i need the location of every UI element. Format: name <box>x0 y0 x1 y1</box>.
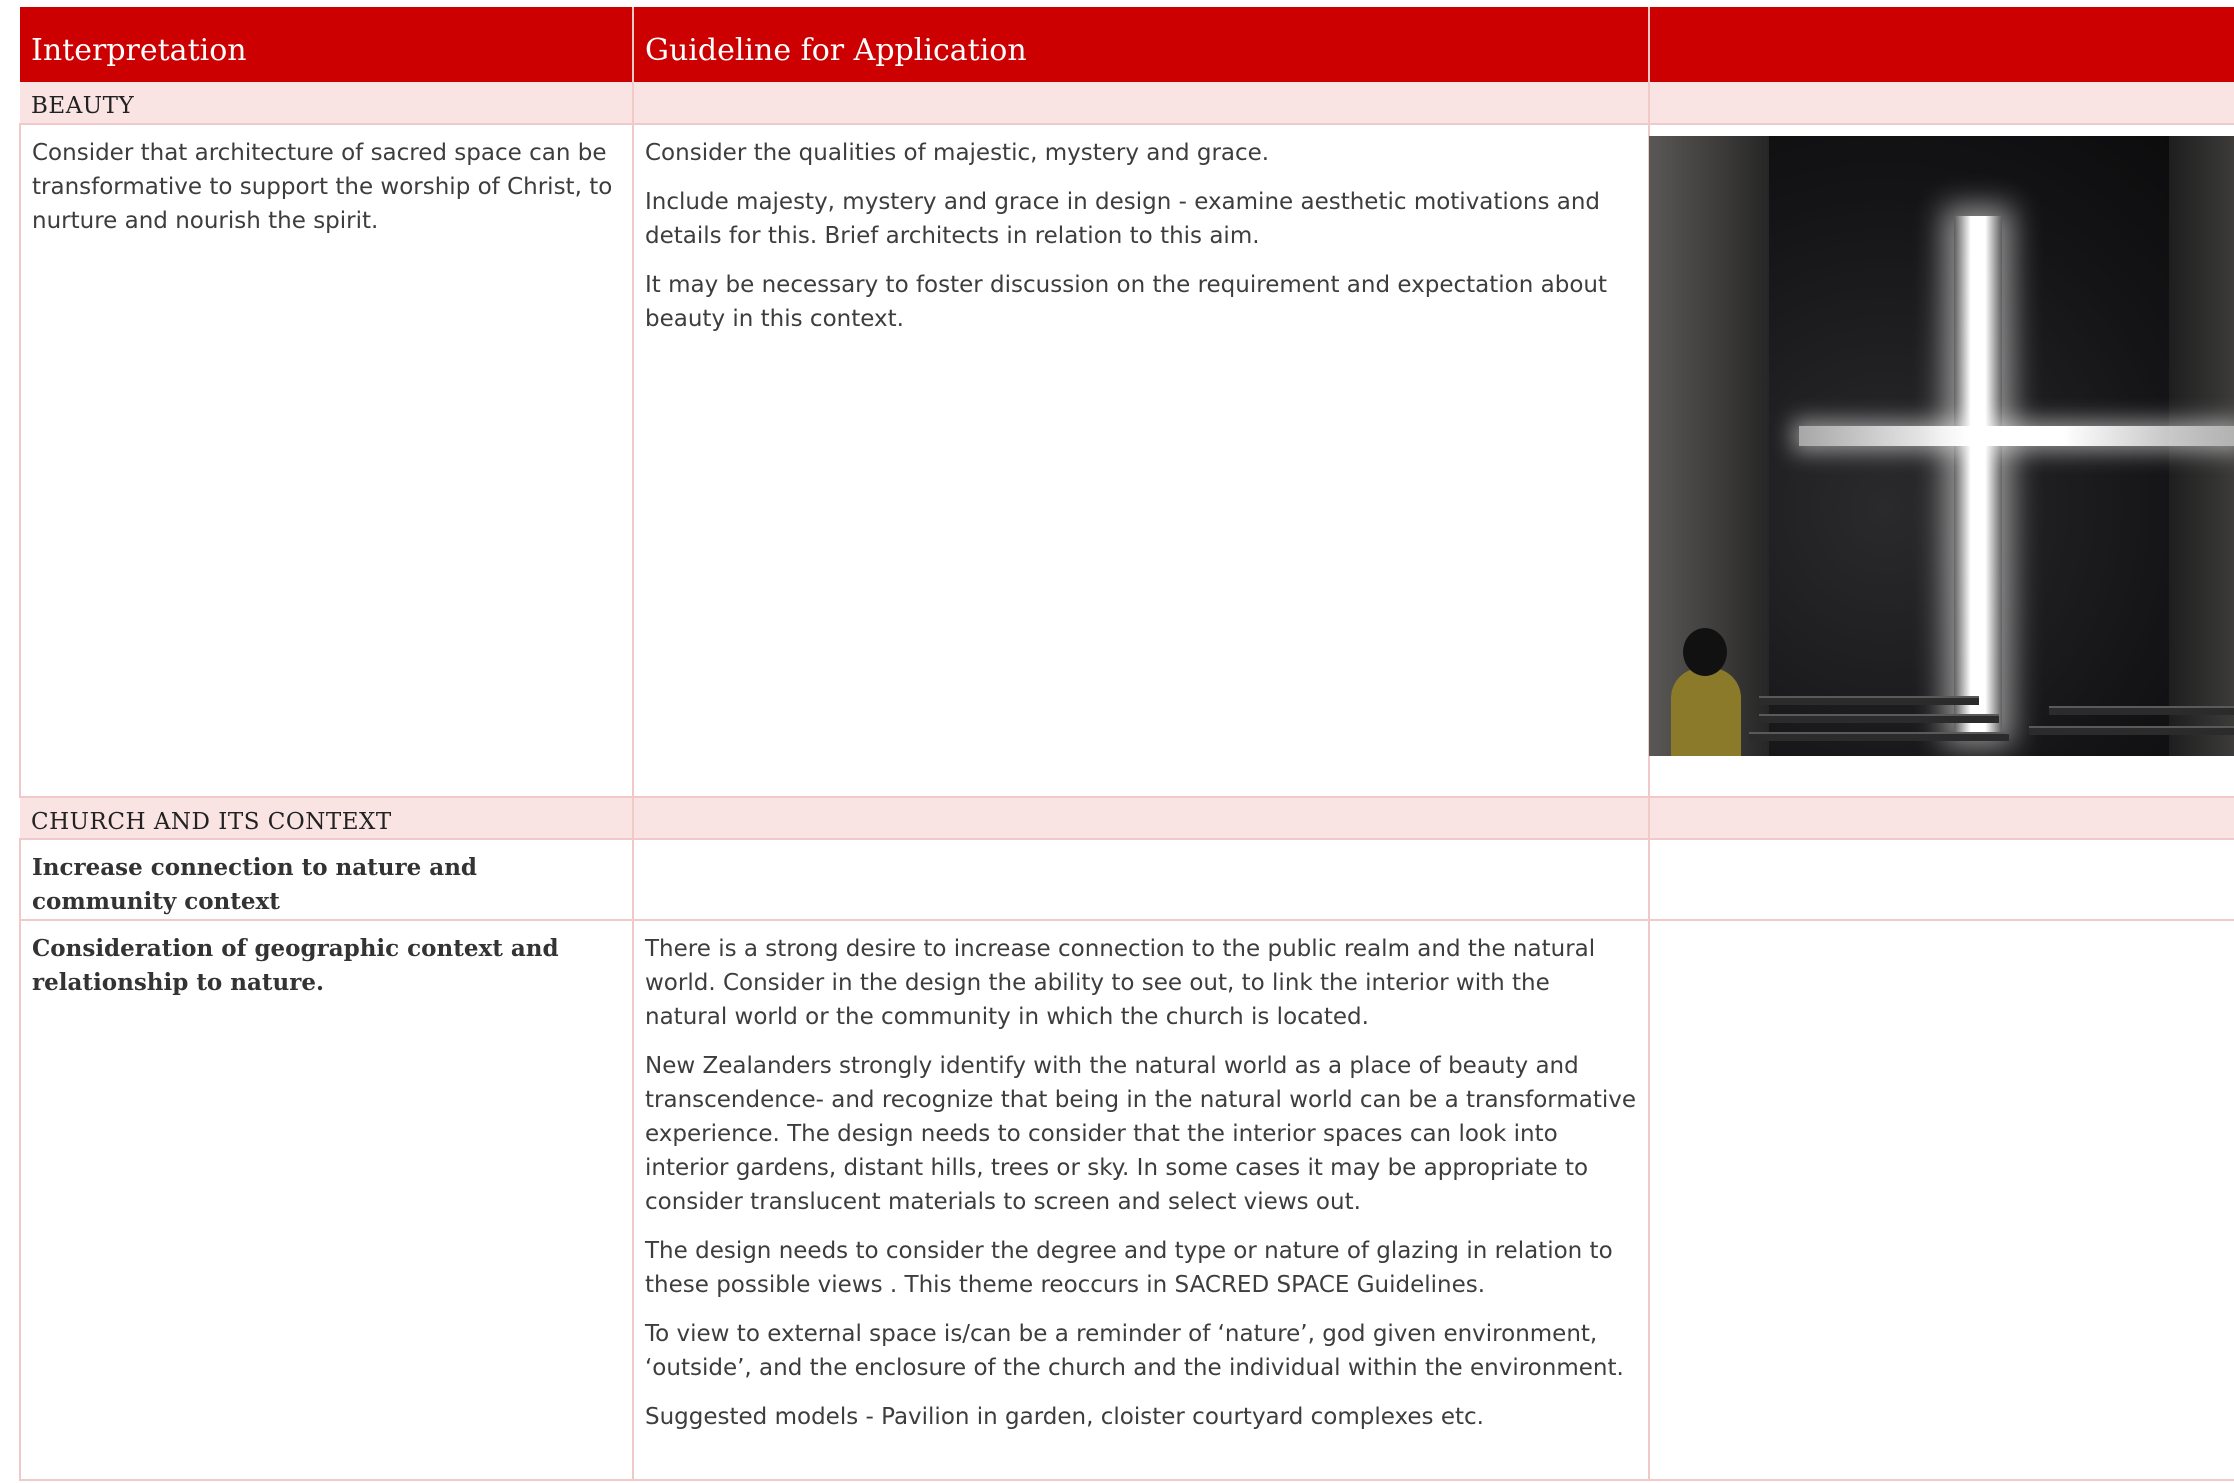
light-cross-vertical <box>1954 216 2002 736</box>
header-blank <box>1649 7 2234 82</box>
seated-person <box>1661 628 1749 756</box>
guideline-text: It may be necessary to foster discussion… <box>645 272 1607 332</box>
section-row-beauty: BEAUTY <box>20 82 2234 125</box>
guideline-document: Interpretation Guideline for Application… <box>0 0 2234 1483</box>
guideline-text: New Zealanders strongly identify with th… <box>645 1053 1636 1215</box>
section-title-church-context: CHURCH AND ITS CONTEXT <box>20 797 634 840</box>
table-row: Consider that architecture of sacred spa… <box>19 124 2234 798</box>
beauty-image-cell <box>1649 124 2234 798</box>
section-title-beauty: BEAUTY <box>20 82 634 125</box>
header-interpretation: Interpretation <box>20 7 634 82</box>
guideline-text: Include majesty, mystery and grace in de… <box>645 189 1601 249</box>
church-photo <box>1649 136 2234 756</box>
section-row-church-context: CHURCH AND ITS CONTEXT <box>20 797 2234 840</box>
geographic-interpretation: Consideration of geographic context and … <box>19 920 634 1481</box>
guideline-text: There is a strong desire to increase con… <box>645 936 1596 1030</box>
beauty-interpretation: Consider that architecture of sacred spa… <box>19 124 634 798</box>
table-row: Consideration of geographic context and … <box>19 920 2234 1481</box>
beauty-guidelines: Consider the qualities of majestic, myst… <box>633 124 1650 798</box>
table-row: Increase connection to nature and commun… <box>19 839 2234 921</box>
guideline-text: Suggested models - Pavilion in garden, c… <box>645 1404 1484 1430</box>
guideline-table: Interpretation Guideline for Application… <box>19 7 2234 1481</box>
guideline-text: Consider the qualities of majestic, myst… <box>645 140 1270 166</box>
connection-interpretation: Increase connection to nature and commun… <box>19 839 634 921</box>
guideline-text: To view to external space is/can be a re… <box>645 1321 1624 1381</box>
geographic-guidelines: There is a strong desire to increase con… <box>633 920 1650 1481</box>
light-cross-horizontal <box>1799 426 2234 446</box>
guideline-text: The design needs to consider the degree … <box>645 1238 1613 1298</box>
table-header-row: Interpretation Guideline for Application <box>20 7 2234 82</box>
header-guideline: Guideline for Application <box>633 7 1650 82</box>
